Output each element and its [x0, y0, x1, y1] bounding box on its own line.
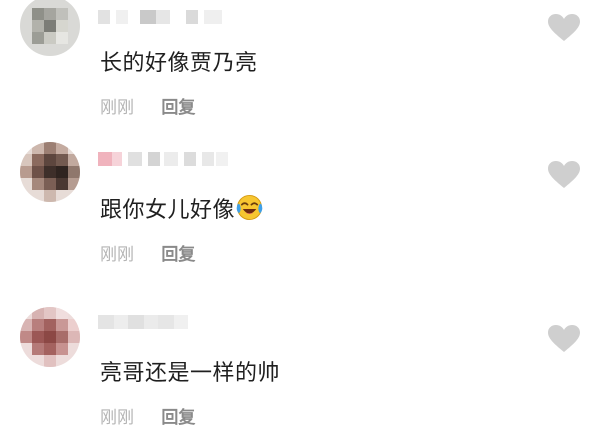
comment-time: 刚刚 — [100, 98, 134, 118]
like-button[interactable] — [547, 324, 581, 354]
avatar[interactable] — [20, 307, 80, 367]
username-blurred[interactable] — [98, 315, 196, 329]
avatar[interactable] — [20, 0, 80, 56]
comment-text-content: 长的好像贾乃亮 — [100, 51, 258, 76]
comment-time: 刚刚 — [100, 408, 134, 428]
reply-button[interactable]: 回复 — [161, 98, 195, 118]
comment-meta: 刚刚 回复 — [100, 403, 195, 428]
comment-text-content: 跟你女儿好像 — [100, 198, 236, 223]
username-blurred[interactable] — [98, 10, 226, 24]
comment-meta: 刚刚 回复 — [100, 93, 195, 118]
heart-icon — [548, 14, 580, 41]
heart-icon — [548, 325, 580, 352]
comment-text: 亮哥还是一样的帅 — [100, 355, 280, 387]
username-blurred[interactable] — [98, 152, 228, 166]
avatar[interactable] — [20, 142, 80, 202]
heart-icon — [548, 161, 580, 188]
like-button[interactable] — [547, 160, 581, 190]
comment-text-content: 亮哥还是一样的帅 — [100, 361, 281, 386]
comment-time: 刚刚 — [100, 245, 134, 265]
laughing-crying-emoji — [236, 194, 263, 221]
comment-meta: 刚刚 回复 — [100, 240, 195, 265]
like-button[interactable] — [547, 13, 581, 43]
reply-button[interactable]: 回复 — [161, 245, 195, 265]
comment-text: 跟你女儿好像 — [100, 192, 263, 224]
reply-button[interactable]: 回复 — [161, 408, 195, 428]
comment-text: 长的好像贾乃亮 — [100, 45, 258, 77]
